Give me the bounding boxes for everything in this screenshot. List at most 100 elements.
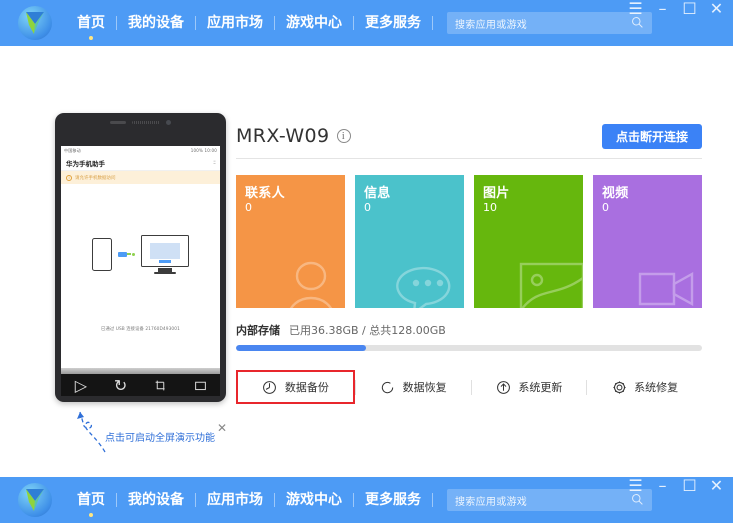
speaker-icon bbox=[110, 121, 126, 124]
tile-video[interactable]: 视频 0 bbox=[593, 175, 702, 308]
app-window: 首页 我的设备 应用市场 游戏中心 更多服务 搜索应用或游戏 ☰ – ☐ ✕ 中… bbox=[0, 0, 733, 523]
messages-art-icon bbox=[396, 266, 451, 308]
action-buttons: 数据备份 数据恢复 系统更新 系统修复 bbox=[236, 370, 702, 404]
nav-label-app-market: 应用市场 bbox=[207, 15, 263, 31]
search-input[interactable]: 搜索应用或游戏 bbox=[447, 12, 652, 34]
phone-notch bbox=[55, 120, 226, 125]
nav-item-more-services[interactable]: 更多服务 bbox=[354, 477, 432, 523]
fullscreen-hint-annotation: 点击可启动全屏演示功能 ✕ bbox=[60, 404, 240, 459]
nav-label-game-center: 游戏中心 bbox=[286, 492, 342, 508]
app-header: 首页 我的设备 应用市场 游戏中心 更多服务 搜索应用或游戏 ☰ – ☐ ✕ bbox=[0, 0, 733, 46]
carrier-label: 中国移动 bbox=[64, 147, 81, 153]
contacts-art-icon bbox=[289, 261, 333, 308]
pictures-art-icon bbox=[519, 262, 583, 308]
menu-button[interactable]: ☰ bbox=[628, 0, 642, 18]
panel-divider bbox=[236, 158, 702, 159]
nav-item-my-device[interactable]: 我的设备 bbox=[117, 0, 195, 46]
battery-time-label: 100% 10:00 bbox=[190, 148, 217, 153]
nav-label-more-services: 更多服务 bbox=[365, 492, 421, 508]
action-data-backup[interactable]: 数据备份 bbox=[236, 370, 355, 404]
minimize-button[interactable]: – bbox=[656, 476, 669, 495]
device-header-row: MRX-W09 i 点击断开连接 bbox=[236, 120, 702, 152]
nav-item-game-center[interactable]: 游戏中心 bbox=[275, 0, 353, 46]
storage-label: 内部存储 bbox=[236, 324, 280, 337]
nav-item-app-market[interactable]: 应用市场 bbox=[196, 0, 274, 46]
camera-icon bbox=[166, 120, 171, 125]
action-label-data-restore: 数据恢复 bbox=[402, 381, 447, 394]
search-placeholder: 搜索应用或游戏 bbox=[455, 496, 528, 508]
nav-label-game-center: 游戏中心 bbox=[286, 15, 342, 31]
grill-icon bbox=[132, 121, 160, 124]
action-system-repair[interactable]: 系统修复 bbox=[587, 370, 702, 404]
storage-section: 内部存储 已用36.38GB / 总共128.00GB bbox=[236, 322, 702, 351]
phone-statusbar: 中国移动 100% 10:00 bbox=[61, 146, 220, 155]
tile-label-pictures: 图片 bbox=[483, 186, 510, 201]
device-panel: MRX-W09 i 点击断开连接 联系人 0 信息 0 图片 10 视频 0 内… bbox=[236, 120, 702, 404]
window-controls: ☰ – ☐ ✕ bbox=[628, 476, 723, 495]
huawei-hisuite-logo-icon bbox=[18, 6, 52, 40]
disconnect-button[interactable]: 点击断开连接 bbox=[601, 123, 702, 149]
nav-item-more-services[interactable]: 更多服务 bbox=[354, 0, 432, 46]
nav-item-app-market[interactable]: 应用市场 bbox=[196, 477, 274, 523]
video-art-icon bbox=[638, 271, 694, 307]
maximize-button[interactable]: ☐ bbox=[682, 0, 696, 18]
leaf-glyph bbox=[26, 489, 44, 511]
nav-separator bbox=[432, 493, 433, 507]
maximize-button[interactable]: ☐ bbox=[682, 476, 696, 495]
close-button[interactable]: ✕ bbox=[710, 0, 723, 18]
device-name-label: MRX-W09 bbox=[236, 125, 330, 147]
search-input[interactable]: 搜索应用或游戏 bbox=[447, 489, 652, 511]
phone-connection-caption: 已通过 USB 连接设备 21760D493001 bbox=[101, 327, 180, 332]
phone-app-titlebar: 华为手机助手 :: bbox=[61, 155, 220, 171]
phone-app-title: 华为手机助手 bbox=[66, 159, 105, 168]
device-info-icon[interactable]: i bbox=[336, 129, 351, 143]
illustration-monitor-icon bbox=[141, 234, 189, 274]
folder-icon[interactable] bbox=[193, 378, 207, 392]
storage-progress-fill bbox=[236, 345, 367, 351]
huawei-hisuite-logo-icon bbox=[18, 483, 52, 517]
nav-label-home: 首页 bbox=[77, 492, 105, 508]
action-system-update[interactable]: 系统更新 bbox=[472, 370, 587, 404]
annotation-close-icon[interactable]: ✕ bbox=[217, 422, 227, 434]
device-name: MRX-W09 i bbox=[236, 125, 351, 147]
phone-preview[interactable]: 中国移动 100% 10:00 华为手机助手 :: i 请允许手机数据访问 已通… bbox=[55, 113, 226, 402]
action-label-system-repair: 系统修复 bbox=[634, 381, 679, 394]
illustration-cable-icon bbox=[118, 251, 135, 257]
phone-toolbar: ▷ ↻ bbox=[61, 374, 220, 396]
menu-button[interactable]: ☰ bbox=[628, 476, 642, 495]
tile-pictures[interactable]: 图片 10 bbox=[474, 175, 583, 308]
nav-item-home[interactable]: 首页 bbox=[66, 477, 116, 523]
refresh-icon[interactable]: ↻ bbox=[114, 376, 128, 395]
nav-label-more-services: 更多服务 bbox=[365, 15, 421, 31]
action-label-data-backup: 数据备份 bbox=[284, 381, 329, 394]
action-label-system-update: 系统更新 bbox=[518, 381, 563, 394]
update-icon bbox=[495, 379, 511, 395]
screenshot-icon[interactable] bbox=[153, 378, 167, 392]
tile-messages[interactable]: 信息 0 bbox=[355, 175, 464, 308]
tile-count-video: 0 bbox=[602, 201, 609, 214]
nav-label-app-market: 应用市场 bbox=[207, 492, 263, 508]
nav-item-game-center[interactable]: 游戏中心 bbox=[275, 477, 353, 523]
annotation-text: 点击可启动全屏演示功能 bbox=[105, 433, 215, 444]
nav-item-home[interactable]: 首页 bbox=[66, 0, 116, 46]
grid-icon[interactable]: :: bbox=[213, 159, 216, 166]
tile-label-messages: 信息 bbox=[364, 186, 391, 201]
connection-illustration bbox=[61, 184, 220, 324]
phone-notice-bar: i 请允许手机数据访问 bbox=[61, 171, 220, 184]
close-button[interactable]: ✕ bbox=[710, 476, 723, 495]
action-data-restore[interactable]: 数据恢复 bbox=[356, 370, 471, 404]
nav-item-my-device[interactable]: 我的设备 bbox=[117, 477, 195, 523]
nav-label-my-device: 我的设备 bbox=[128, 492, 184, 508]
tile-contacts[interactable]: 联系人 0 bbox=[236, 175, 345, 308]
nav-label-home: 首页 bbox=[77, 15, 105, 31]
tile-label-contacts: 联系人 bbox=[245, 186, 285, 201]
nav-label-my-device: 我的设备 bbox=[128, 15, 184, 31]
play-icon[interactable]: ▷ bbox=[74, 376, 88, 395]
background-window-header: 首页 我的设备 应用市场 游戏中心 更多服务 搜索应用或游戏 ☰ – ☐ ✕ bbox=[0, 476, 733, 523]
tile-label-video: 视频 bbox=[602, 186, 629, 201]
storage-value: 已用36.38GB / 总共128.00GB bbox=[289, 324, 446, 337]
leaf-glyph bbox=[26, 12, 44, 34]
main-nav: 首页 我的设备 应用市场 游戏中心 更多服务 bbox=[66, 0, 433, 46]
minimize-button[interactable]: – bbox=[656, 0, 669, 18]
illustration-phone-icon bbox=[92, 237, 112, 271]
